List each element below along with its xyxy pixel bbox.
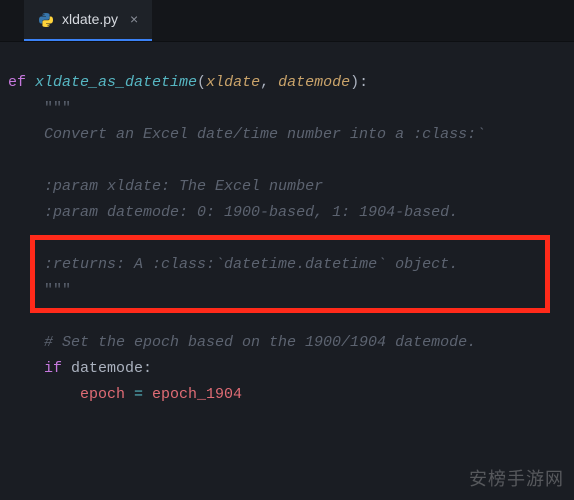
- code-line: :param xldate: The Excel number: [0, 174, 574, 200]
- keyword-if: if: [44, 357, 62, 381]
- doc-param-key: :param: [44, 175, 98, 199]
- code-line: ef xldate_as_datetime(xldate, datemode):: [0, 70, 574, 96]
- var-epoch: epoch: [80, 383, 125, 407]
- code-line: """: [0, 96, 574, 122]
- code-line: Convert an Excel date/time number into a…: [0, 122, 574, 148]
- code-line: :param datemode: 0: 1900-based, 1: 1904-…: [0, 200, 574, 226]
- doc-param1: xldate: The Excel number: [98, 175, 323, 199]
- tab-filename: xldate.py: [62, 8, 118, 30]
- code-line: :returns: A :class:`datetime.datetime` o…: [0, 252, 574, 278]
- docstring-summary: Convert an Excel date/time number into a…: [8, 123, 485, 147]
- code-line: if datemode:: [0, 356, 574, 382]
- docstring-open: """: [8, 97, 71, 121]
- code-line-blank: [0, 148, 574, 174]
- doc-returns: A :class:`datetime.datetime` object.: [125, 253, 458, 277]
- doc-param2: datemode: 0: 1900-based, 1: 1904-based.: [98, 201, 458, 225]
- watermark: 安榜手游网: [469, 465, 564, 494]
- var-epoch-1904: epoch_1904: [152, 383, 242, 407]
- code-line-blank: [0, 226, 574, 252]
- doc-returns-key: :returns:: [44, 253, 125, 277]
- function-name: xldate_as_datetime: [35, 71, 197, 95]
- code-line: """: [0, 278, 574, 304]
- param-datemode: datemode: [278, 71, 350, 95]
- code-line-blank: [0, 304, 574, 330]
- keyword-def: ef: [8, 71, 35, 95]
- param-xldate: xldate: [206, 71, 260, 95]
- tab-bar: xldate.py ×: [0, 0, 574, 42]
- comment: # Set the epoch based on the 1900/1904 d…: [8, 331, 476, 355]
- code-line: epoch = epoch_1904: [0, 382, 574, 408]
- tab-xldate[interactable]: xldate.py ×: [24, 0, 152, 41]
- close-icon[interactable]: ×: [130, 8, 138, 30]
- python-file-icon: [38, 12, 54, 28]
- code-line: # Set the epoch based on the 1900/1904 d…: [0, 330, 574, 356]
- doc-param-key: :param: [44, 201, 98, 225]
- code-editor[interactable]: ef xldate_as_datetime(xldate, datemode):…: [0, 42, 574, 408]
- docstring-close: """: [8, 279, 71, 303]
